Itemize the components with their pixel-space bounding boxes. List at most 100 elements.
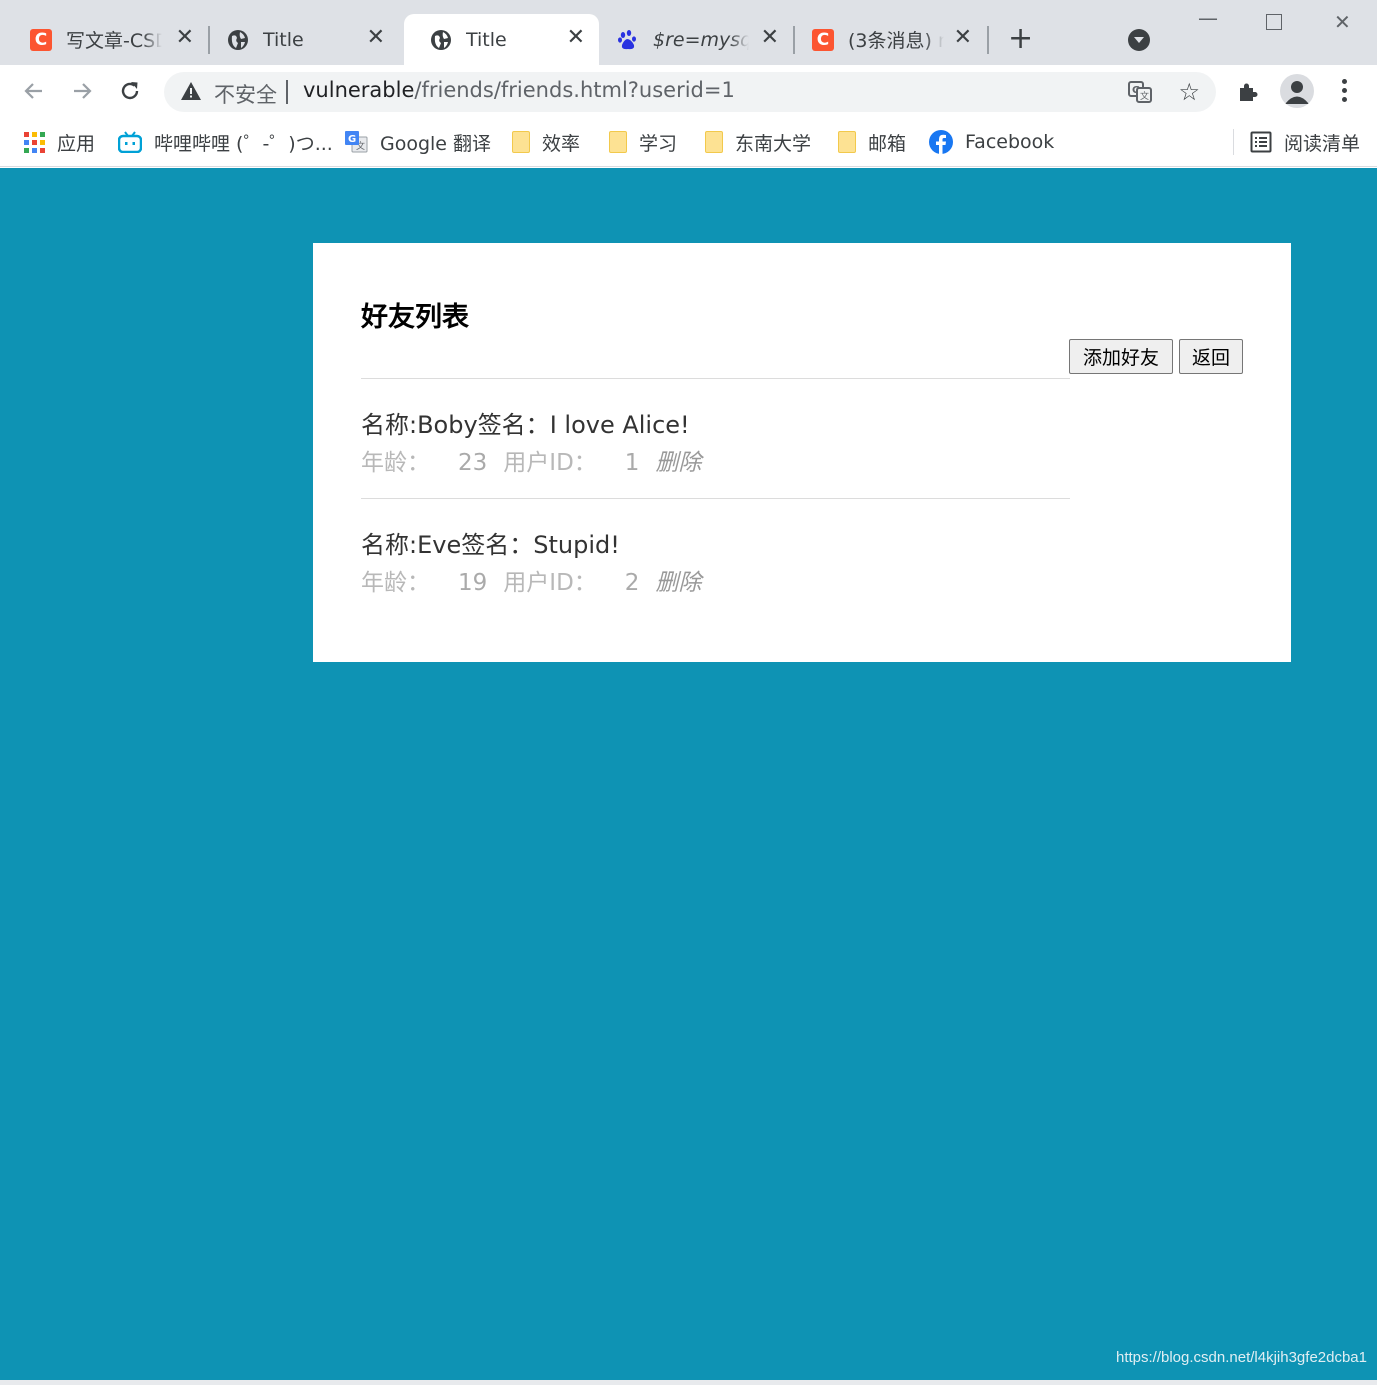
friend-list: 名称:Boby签名：I love Alice! 年龄： 23 用户ID： 1 删除 名称… [361,378,1070,618]
minimize-icon[interactable]: — [1198,6,1218,30]
friend-signature: I love Alice! [549,411,690,439]
bookmark-label: Google 翻译 [380,132,492,155]
bookmark-label: 效率 [542,132,581,155]
tab-baidu[interactable]: $re=mysqli_query ✕ [591,14,793,65]
friend-details: 年龄： 23 用户ID： 1 删除 [361,443,701,477]
bookmark-google-translate[interactable]: 文G Google 翻译 [344,128,491,156]
friend-age: 19 [458,570,488,596]
friend-name: Eve [417,531,462,559]
facebook-icon [929,130,953,154]
reading-list-label: 阅读清单 [1284,132,1361,155]
friend-name-signature: 名称:Eve签名：Stupid! [361,525,620,560]
tab-csdn-write[interactable]: C 写文章-CSDN博客 ✕ [4,14,208,65]
reload-icon[interactable] [116,77,144,105]
delete-link[interactable]: 删除 [655,450,701,476]
folder-icon [705,131,723,153]
csdn-icon: C [30,28,52,51]
bookmark-bilibili[interactable]: 哔哩哔哩 (゜-゜)つ... [118,128,333,156]
tab-strip: C 写文章-CSDN博客 ✕ Title ✕ Title ✕ $re=mysql… [0,0,1377,65]
close-icon[interactable]: ✕ [761,27,779,49]
friend-age: 23 [458,450,488,476]
window-bottom-edge [0,1380,1377,1385]
profile-avatar[interactable] [1280,74,1314,108]
url-path: /friends/friends.html?userid=1 [414,78,735,102]
close-icon[interactable]: ✕ [954,27,972,49]
friend-signature: Stupid! [533,531,620,559]
bookmark-folder-mail[interactable]: 邮箱 [838,128,906,156]
svg-text:文: 文 [1140,90,1149,102]
svg-text:G: G [348,134,356,145]
bilibili-icon [118,131,142,153]
tab-title: $re=mysqli_query [653,28,749,51]
not-secure-label[interactable]: 不安全 [214,79,277,109]
bookmarks-bar: 应用 哔哩哔哩 (゜-゜)つ... 文G Google 翻译 效率 学习 东南大… [0,119,1377,167]
bookmark-folder-efficiency[interactable]: 效率 [512,128,580,156]
delete-link[interactable]: 删除 [655,570,701,596]
list-item: 名称:Boby签名：I love Alice! 年龄： 23 用户ID： 1 删除 [361,378,1070,498]
friends-card: 好友列表 添加好友 返回 名称:Boby签名：I love Alice! 年龄：… [313,243,1291,662]
bookmark-label: 应用 [57,132,96,155]
url-host: vulnerable [303,78,415,102]
friend-uid: 2 [624,570,640,596]
divider [1233,129,1234,155]
globe-icon [430,29,452,51]
tab-csdn-messages[interactable]: C (3条消息) mysql ✕ [786,14,986,65]
bookmark-facebook[interactable]: Facebook [929,128,1054,156]
window-close-icon[interactable]: ✕ [1334,10,1351,34]
url-text[interactable]: vulnerable/friends/friends.html?userid=1 [303,78,735,102]
more-menu-icon[interactable] [1342,79,1348,106]
bookmark-label: 学习 [639,132,678,155]
tab-title: Title [263,28,304,51]
page-background: 好友列表 添加好友 返回 名称:Boby签名：I love Alice! 年龄：… [0,168,1377,1380]
age-label: 年龄： [361,450,430,476]
folder-icon [512,131,530,153]
tab-title: (3条消息) mysql [848,30,944,52]
tab-title-2-active[interactable]: Title ✕ [404,14,599,65]
csdn-icon: C [812,28,834,51]
globe-icon [227,29,249,51]
friend-uid: 1 [624,450,640,476]
warning-icon[interactable] [180,81,202,105]
address-bar[interactable]: 不安全 vulnerable/friends/friends.html?user… [164,72,1216,112]
folder-icon [838,131,856,153]
signature-label: 签名： [477,411,550,439]
signature-label: 签名： [461,531,534,559]
baidu-icon [617,29,639,51]
folder-icon [609,131,627,153]
translate-icon[interactable]: G文 [1128,80,1152,108]
browser-toolbar: 不安全 vulnerable/friends/friends.html?user… [0,65,1377,119]
bookmark-label: Facebook [965,131,1055,153]
bookmark-label: 哔哩哔哩 (゜-゜)つ... [154,132,333,155]
watermark: https://blog.csdn.net/l4kjih3gfe2dcba1 [1115,1349,1367,1366]
friend-name: Boby [417,411,478,439]
name-label: 名称: [361,531,418,559]
friend-details: 年龄： 19 用户ID： 2 删除 [361,563,701,597]
tab-title: 写文章-CSDN博客 [66,30,162,52]
google-translate-icon: 文G [344,130,368,154]
bookmark-folder-study[interactable]: 学习 [609,128,677,156]
bookmark-star-icon[interactable]: ☆ [1178,78,1200,106]
tab-search-icon[interactable] [1128,29,1150,51]
close-icon[interactable]: ✕ [367,27,385,49]
new-tab-plus-icon[interactable]: + [1008,22,1033,56]
add-friend-button[interactable]: 添加好友 [1069,339,1173,374]
reading-list-button[interactable]: 阅读清单 [1250,128,1360,156]
name-label: 名称: [361,411,418,439]
close-icon[interactable]: ✕ [176,27,194,49]
tab-title-1[interactable]: Title ✕ [201,14,399,65]
forward-arrow-icon[interactable] [68,77,96,105]
age-label: 年龄： [361,570,430,596]
bookmark-apps[interactable]: 应用 [24,128,95,156]
page-title: 好友列表 [361,302,469,333]
close-icon[interactable]: ✕ [567,27,585,49]
maximize-icon[interactable] [1266,14,1282,30]
back-button[interactable]: 返回 [1179,339,1243,374]
bookmark-label: 邮箱 [868,132,907,155]
bookmark-label: 东南大学 [735,132,812,155]
divider [286,80,288,104]
bookmark-folder-seu[interactable]: 东南大学 [705,128,811,156]
extensions-puzzle-icon[interactable] [1236,80,1260,108]
apps-icon [24,131,45,153]
back-arrow-icon[interactable] [20,77,48,105]
reading-list-icon [1250,131,1272,153]
